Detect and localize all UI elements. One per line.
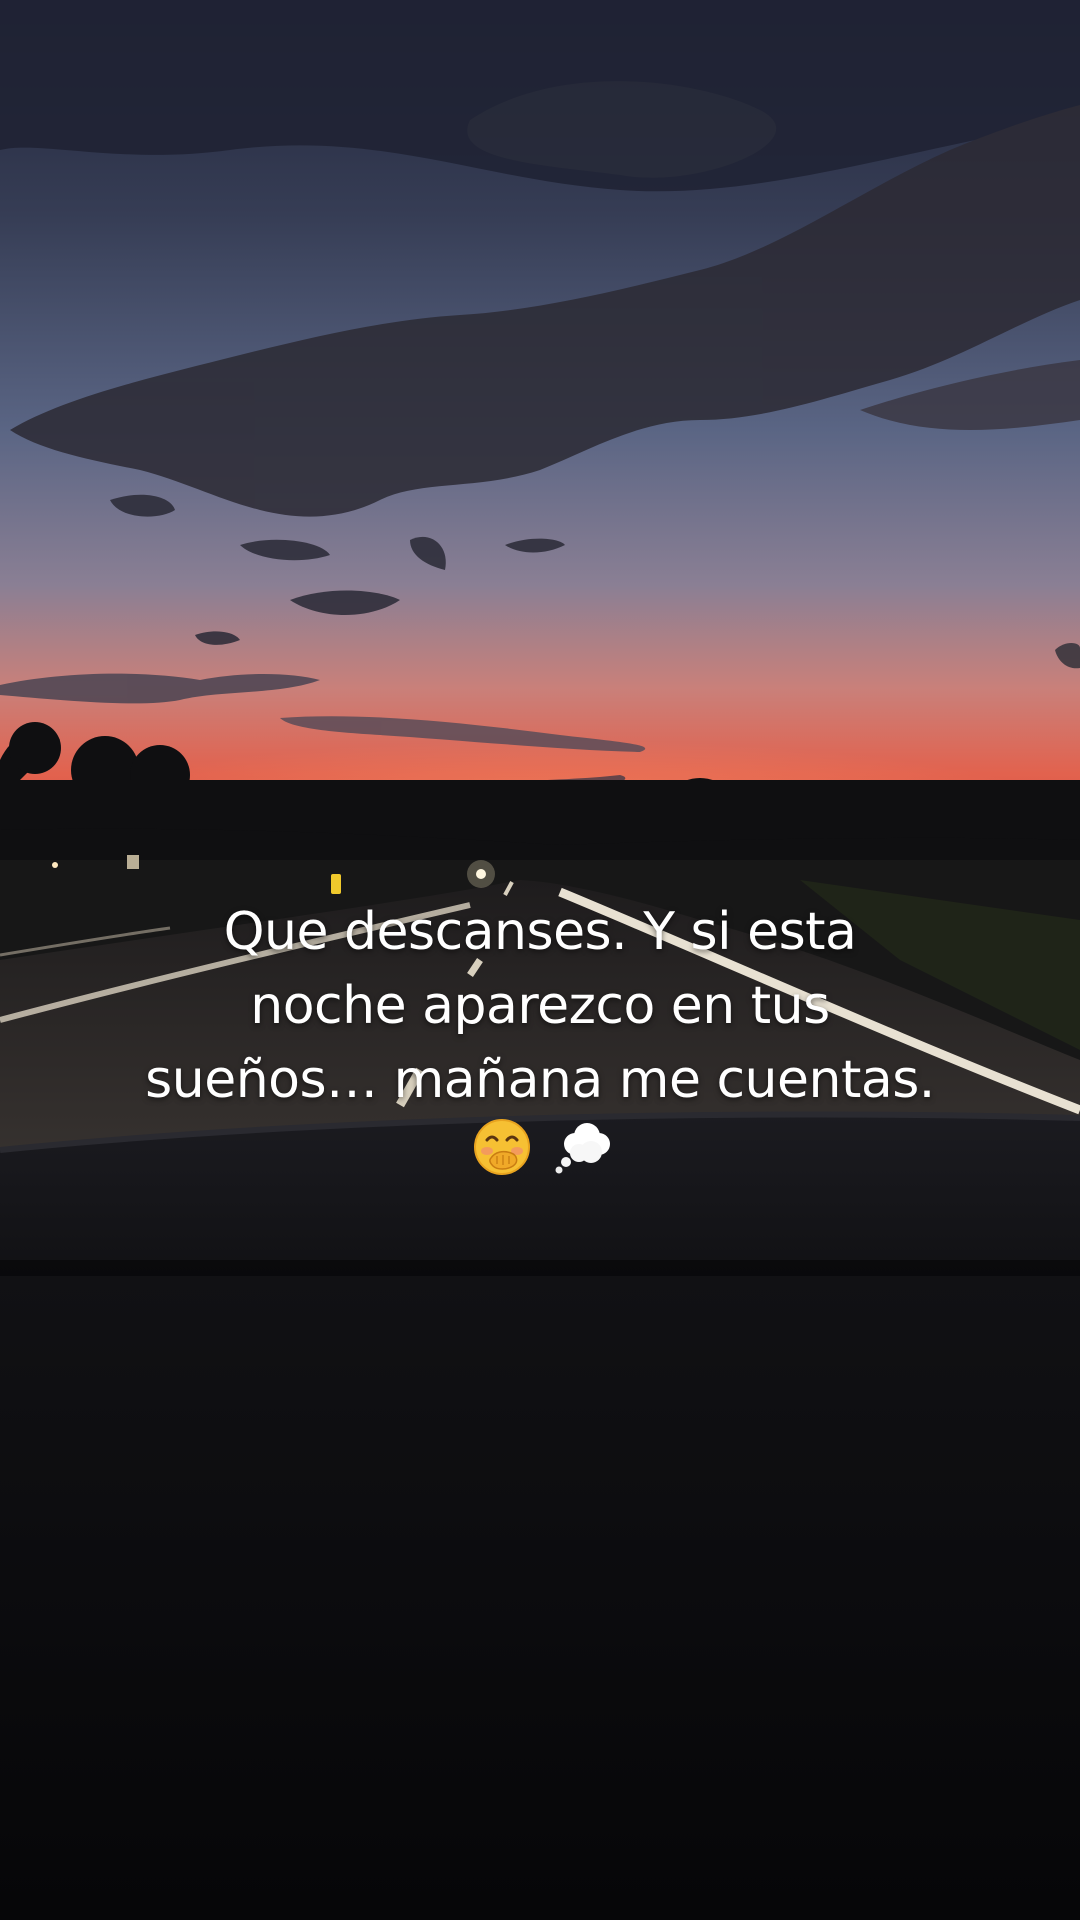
thought-balloon-emoji xyxy=(553,1118,613,1196)
video-frame: Que descanses. Y si esta noche aparezco … xyxy=(0,0,1080,1920)
caption-overlay: Que descanses. Y si esta noche aparezco … xyxy=(140,895,940,1196)
hand-over-mouth-emoji xyxy=(473,1118,531,1196)
road-sign-light xyxy=(331,874,341,894)
car-dashboard xyxy=(0,1114,1080,1920)
caption-text: Que descanses. Y si esta noche aparezco … xyxy=(145,902,935,1110)
